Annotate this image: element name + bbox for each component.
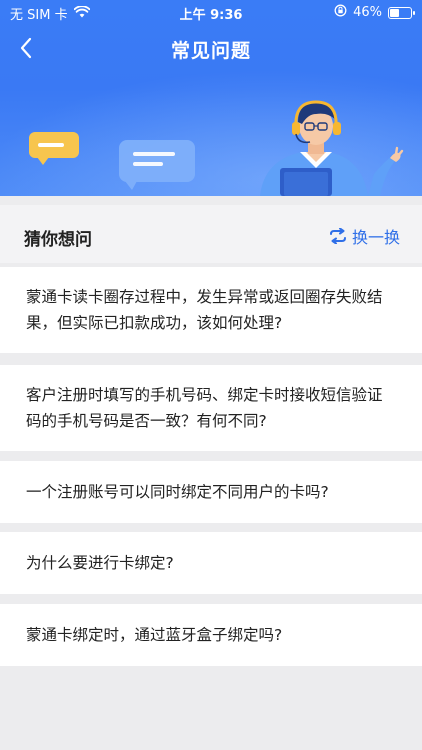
status-right: 46% <box>334 4 415 21</box>
page-title: 常见问题 <box>170 40 251 62</box>
faq-question-item[interactable]: 蒙通卡读卡圈存过程中，发生异常或返回圈存失败结果，但实际已扣款成功，该如何处理? <box>0 267 422 353</box>
faq-question-text: 一个注册账号可以同时绑定不同用户的卡吗? <box>26 483 329 501</box>
swap-icon <box>329 228 346 244</box>
faq-question-item[interactable]: 为什么要进行卡绑定? <box>0 532 422 594</box>
faq-question-item[interactable]: 一个注册账号可以同时绑定不同用户的卡吗? <box>0 461 422 523</box>
nav-bar: 常见问题 <box>0 24 422 72</box>
battery-icon <box>388 6 415 19</box>
faq-question-item[interactable]: 客户注册时填写的手机号码、绑定卡时接收短信验证码的手机号码是否一致？有何不同? <box>0 365 422 451</box>
battery-fill <box>390 8 399 17</box>
header-banner: 无 SIM 卡 上午 9:36 46% 常见问题 <box>0 0 422 196</box>
chat-bubble-large-icon <box>119 140 195 190</box>
refresh-button[interactable]: 换一换 <box>329 224 400 248</box>
battery-percent: 46% <box>353 5 382 20</box>
faq-question-item[interactable]: 蒙通卡绑定时，通过蓝牙盒子绑定吗? <box>0 604 422 666</box>
guess-title: 猜你想问 <box>24 230 92 250</box>
faq-question-text: 蒙通卡读卡圈存过程中，发生异常或返回圈存失败结果，但实际已扣款成功，该如何处理? <box>26 288 383 332</box>
status-bar: 无 SIM 卡 上午 9:36 46% <box>0 0 422 24</box>
orientation-lock-icon <box>334 4 347 21</box>
refresh-label: 换一换 <box>351 228 400 247</box>
customer-service-illustration <box>250 96 410 196</box>
faq-question-text: 蒙通卡绑定时，通过蓝牙盒子绑定吗? <box>26 626 283 644</box>
faq-question-text: 为什么要进行卡绑定? <box>26 554 174 572</box>
faq-page: 无 SIM 卡 上午 9:36 46% 常见问题 猜你想问 换一换 蒙通卡读卡圈… <box>0 0 422 750</box>
guess-section-header: 猜你想问 换一换 <box>0 205 422 263</box>
faq-question-text: 客户注册时填写的手机号码、绑定卡时接收短信验证码的手机号码是否一致？有何不同? <box>26 386 383 430</box>
chat-bubble-icon <box>29 132 79 165</box>
